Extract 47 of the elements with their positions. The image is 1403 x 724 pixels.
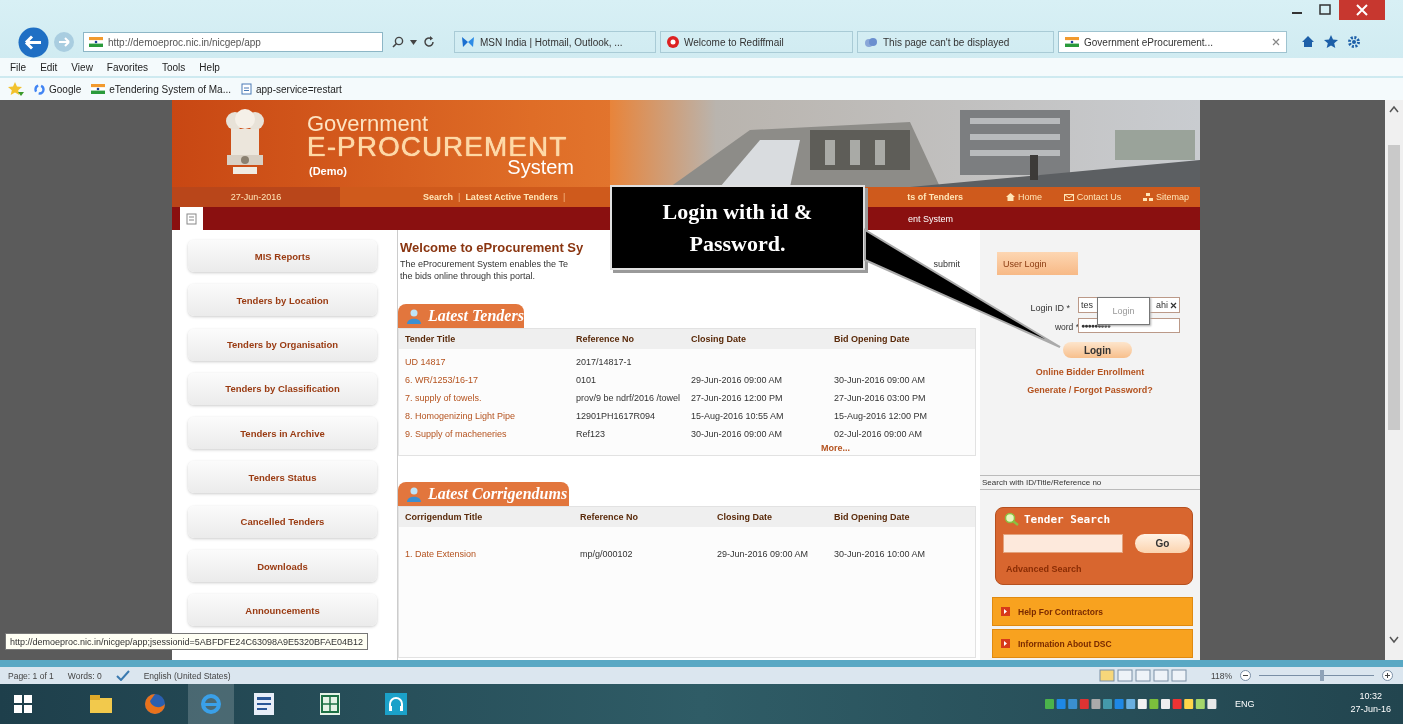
column-header: Tender Title bbox=[405, 334, 457, 344]
intro-text: The eProcurement System enables the Te bbox=[400, 258, 568, 270]
intro-text: the bids online through this portal. bbox=[400, 270, 537, 282]
table-cell-text: 0101 bbox=[576, 374, 598, 386]
column-header: Closing Date bbox=[717, 512, 773, 522]
section-title: Latest Corrigendums bbox=[398, 482, 569, 506]
column-header: Closing Date bbox=[691, 334, 747, 344]
column-header: Bid Opening Date bbox=[834, 512, 911, 522]
table-cell-text: Ref123 bbox=[576, 428, 607, 440]
site-title: E-PROCUREMENT bbox=[307, 133, 568, 157]
status-url-tooltip: http://demoeproc.nic.in/nicgep/app;jsessionid=5ABFDFE24C63098A9E5320BFAE04B12 bbox=[5, 633, 368, 650]
search-hint: Search with ID/Title/Reference no bbox=[980, 475, 1200, 490]
callout-note: Login with id & Password. bbox=[610, 185, 865, 270]
field-label: word * bbox=[1053, 322, 1079, 332]
word-count: Words: 0 bbox=[67, 670, 102, 681]
table-cell-text: mp/g/000102 bbox=[580, 548, 634, 560]
table-cell-text: 27-Jun-2016 03:00 PM bbox=[834, 392, 927, 404]
section-title: Latest Tenders bbox=[398, 304, 524, 328]
table-cell-text: 2017/14817-1 bbox=[576, 356, 633, 368]
column-header: Corrigendum Title bbox=[405, 512, 484, 522]
date-label: 27-Jun-2016 bbox=[172, 187, 340, 207]
site-title: Government bbox=[307, 113, 430, 133]
table-cell-text: 30-Jun-2016 09:00 AM bbox=[691, 428, 784, 440]
bar-text: ent System bbox=[907, 213, 953, 224]
intro-text: submit bbox=[933, 258, 960, 270]
field-label: Login ID * bbox=[1029, 303, 1070, 313]
table-cell-text: 27-Jun-2016 12:00 PM bbox=[691, 392, 784, 404]
column-header: Reference No bbox=[576, 334, 636, 344]
page-count: Page: 1 of 1 bbox=[8, 670, 54, 681]
table-cell-text: 29-Jun-2016 09:00 AM bbox=[717, 548, 810, 560]
welcome-heading: Welcome to eProcurement Sy bbox=[400, 240, 584, 255]
column-header: Reference No bbox=[580, 512, 640, 522]
tooltip: Login bbox=[1097, 297, 1150, 325]
table-cell-text: 12901PH1617R094 bbox=[576, 410, 657, 422]
table-cell-text: 29-Jun-2016 09:00 AM bbox=[691, 374, 784, 386]
panel-title: Tender Search bbox=[1024, 512, 1111, 526]
edition-label: (Demo) bbox=[309, 166, 347, 177]
nav-separator: | bbox=[562, 192, 566, 202]
table-cell-text: 30-Jun-2016 10:00 AM bbox=[834, 548, 927, 560]
site-title: System bbox=[507, 157, 574, 177]
table-cell-text: 30-Jun-2016 09:00 AM bbox=[834, 374, 927, 386]
table-cell-text: 15-Aug-2016 10:55 AM bbox=[691, 410, 785, 422]
table-cell-text: prov/9 be ndrf/2016 /towel bbox=[576, 392, 682, 404]
nav-separator: | bbox=[458, 192, 461, 202]
table-cell-text: 02-Jul-2016 09:00 AM bbox=[834, 428, 924, 440]
table-cell-text: 15-Aug-2016 12:00 PM bbox=[834, 410, 929, 422]
column-header: Bid Opening Date bbox=[834, 334, 911, 344]
